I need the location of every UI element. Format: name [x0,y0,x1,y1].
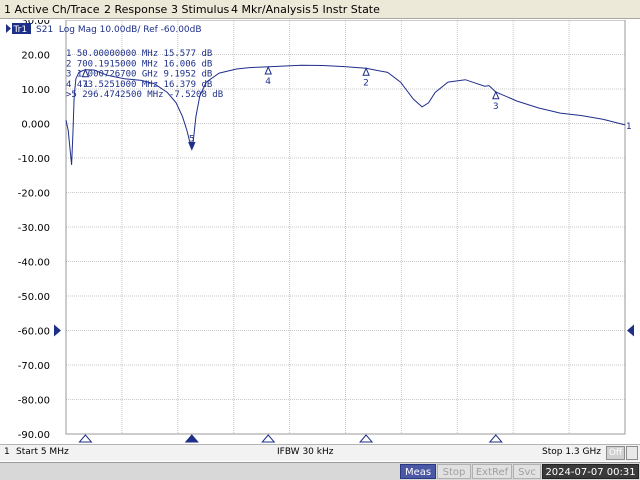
off-toggle[interactable]: Off [606,446,625,460]
menu-stimulus[interactable]: 3 Stimulus [171,3,229,16]
trace-plot: 30.0020.0010.000.000-10.00-20.00-30.00-4… [6,20,634,443]
meas-indicator[interactable]: Meas [400,464,436,479]
y-tick-label: -20.00 [18,189,50,200]
menu-active-ch-trace[interactable]: 1 Active Ch/Trace [4,3,100,16]
marker-position-icon [261,434,276,443]
marker-position-icon [184,434,199,443]
menu-response[interactable]: 2 Response [104,3,167,16]
y-tick-label: -60.00 [18,327,50,338]
trace-badge-label: Tr1 [13,25,28,35]
marker-readout-table: 1 50.00000000 MHz 15.577 dB 2 700.191500… [66,49,223,100]
marker-label: 4 [265,77,271,87]
marker-position-icon [488,434,503,443]
svc-indicator[interactable]: Svc [513,464,541,479]
y-tick-label: -30.00 [18,223,50,234]
marker-3: 3 [492,90,500,112]
clock: 2024-07-07 00:31 [542,464,639,479]
menu-mkr-analysis[interactable]: 4 Mkr/Analysis [231,3,311,16]
marker-readout-2: 2 700.1915000 MHz 16.006 dB [66,59,212,69]
y-tick-label: 10.00 [21,85,50,96]
off-toggle-indicator [626,446,638,460]
marker-5: 5 [188,134,196,151]
y-tick-label: -40.00 [18,258,50,269]
marker-label: 5 [189,134,195,144]
y-tick-label: -10.00 [18,154,50,165]
trace-header-text: S21 Log Mag 10.00dB/ Ref -60.00dB [36,25,202,35]
stop-frequency[interactable]: Stop 1.3 GHz [542,447,601,457]
reference-level-left-icon [54,324,61,337]
marker-label: 3 [493,102,499,112]
channel-status-bar: 1 Start 5 MHz IFBW 30 kHz Stop 1.3 GHz O… [0,444,640,461]
menu-instr-state[interactable]: 5 Instr State [312,3,380,16]
marker-4: 4 [264,65,273,87]
y-tick-label: 0.000 [21,120,50,131]
marker-triangle-icon [264,65,273,75]
instrument-status-bar: Meas Stop ExtRef Svc 2024-07-07 00:31 [0,462,640,480]
trace-plot-area: 30.00 20.00 10.00 0.000 -10.00 -20.00 -30.00 -4… [0,20,640,444]
reference-level-right-icon [627,324,634,337]
trace-header: Tr1 S21 Log Mag 10.00dB/ Ref -60.00dB [6,23,202,35]
marker-label: 2 [363,78,369,88]
marker-label: 1 [83,80,89,90]
marker-position-icon [78,434,93,443]
extref-indicator[interactable]: ExtRef [472,464,512,479]
menu-bar: 1 Active Ch/Trace 2 Response 3 Stimulus … [0,0,640,19]
marker-position-indicators [78,434,503,443]
marker-triangle-icon [362,67,370,76]
y-tick-label: 20.00 [21,51,50,62]
y-tick-label: -80.00 [18,396,50,407]
stop-indicator[interactable]: Stop [437,464,471,479]
y-tick-label: -90.00 [18,430,50,441]
start-frequency[interactable]: Start 5 MHz [16,447,69,457]
y-tick-label: -50.00 [18,292,50,303]
channel-number: 1 [4,447,10,457]
marker-readout-1: 1 50.00000000 MHz 15.577 dB [66,49,212,59]
y-axis-labels: 30.0020.0010.000.000-10.00-20.00-30.00-4… [18,20,50,441]
marker-2: 2 [362,67,370,88]
active-trace-arrow-icon [6,24,11,33]
y-tick-label: -70.00 [18,361,50,372]
trace-end-label: 1 [626,122,632,132]
ifbw-value[interactable]: IFBW 30 kHz [277,447,333,457]
marker-position-icon [358,434,374,443]
